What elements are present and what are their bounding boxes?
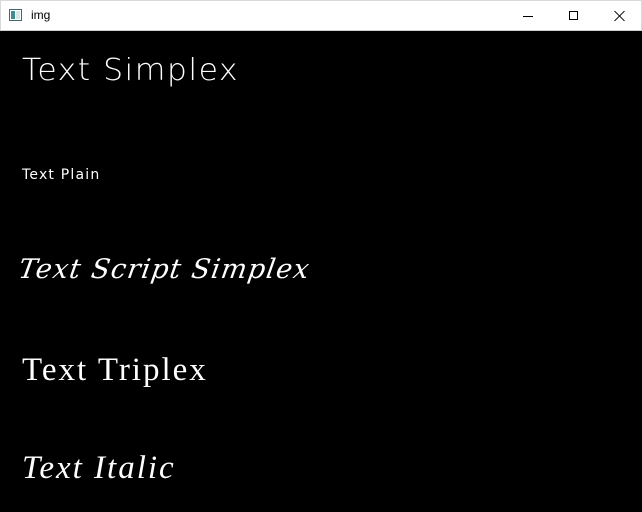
close-icon bbox=[614, 10, 626, 22]
app-window-icon bbox=[9, 9, 22, 21]
minimize-button[interactable] bbox=[505, 1, 551, 31]
maximize-button[interactable] bbox=[551, 1, 597, 31]
text-simplex-sample: Text Simplex bbox=[22, 53, 240, 88]
image-canvas: Text Simplex Text Plain Text Script Simp… bbox=[1, 31, 641, 511]
text-script-simplex-sample: Text Script Simplex bbox=[16, 254, 313, 285]
image-window: img Text Simplex Text Plain Text Script … bbox=[0, 0, 642, 512]
minimize-icon bbox=[523, 16, 533, 17]
title-bar[interactable]: img bbox=[0, 0, 642, 31]
clipped-bottom-text-artifact: ........ bbox=[21, 503, 62, 511]
maximize-icon bbox=[569, 11, 578, 20]
text-italic-sample: Text Italic bbox=[22, 450, 176, 486]
text-triplex-sample: Text Triplex bbox=[22, 352, 208, 388]
window-title: img bbox=[31, 8, 51, 22]
text-plain-sample: Text Plain bbox=[22, 167, 101, 183]
close-button[interactable] bbox=[597, 1, 642, 31]
